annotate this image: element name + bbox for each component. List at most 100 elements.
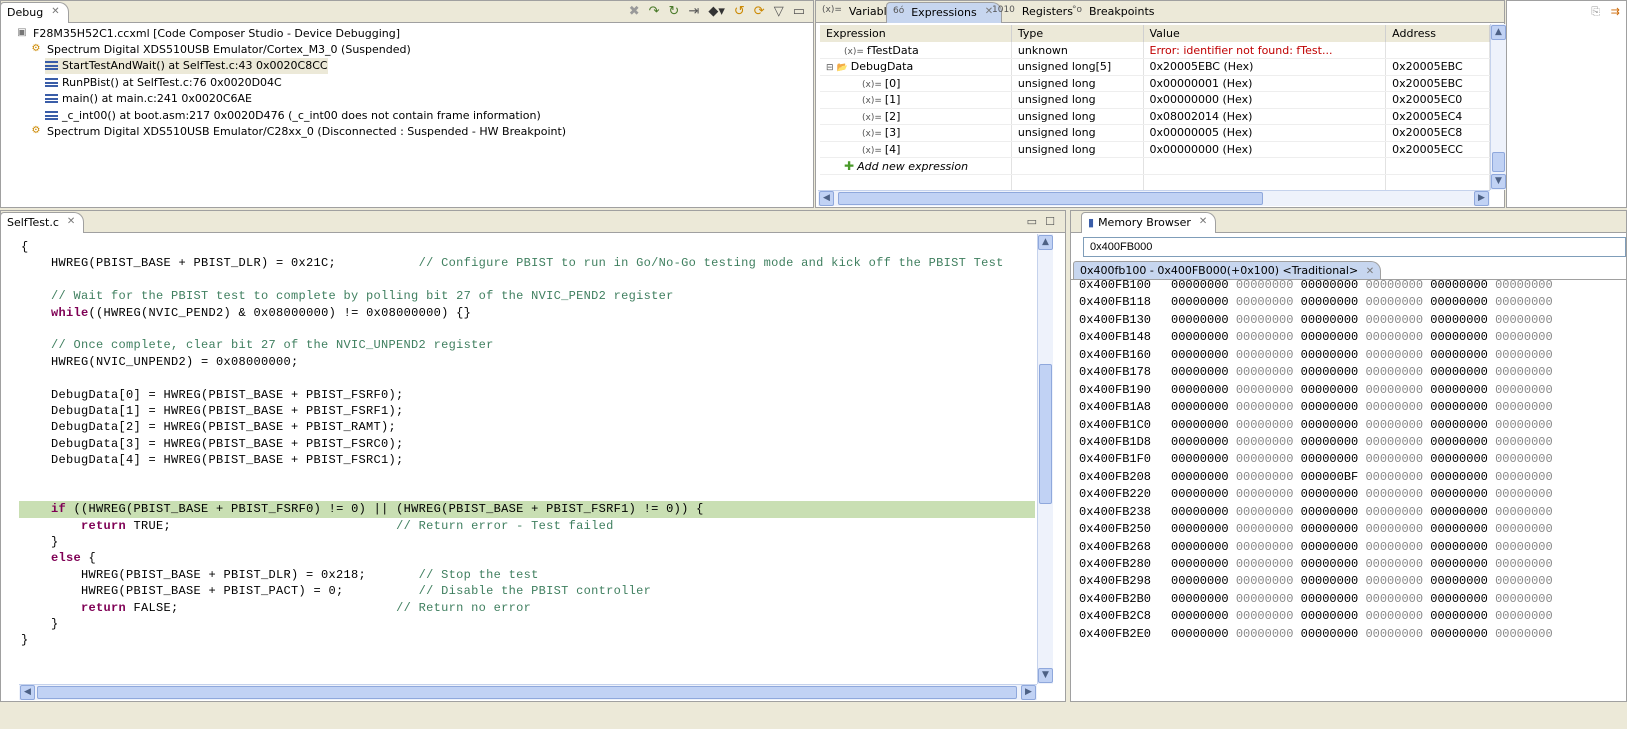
code-line[interactable] <box>19 370 1035 386</box>
add-expression-row[interactable]: ✚ Add new expression <box>820 157 1490 175</box>
debug-tree-item[interactable]: RunPBist() at SelfTest.c:76 0x0020D04C <box>45 74 282 90</box>
memory-word[interactable]: 00000000 <box>1236 609 1294 623</box>
code-line[interactable]: DebugData[2] = HWREG(PBIST_BASE + PBIST_… <box>19 419 1035 435</box>
memory-word[interactable]: 00000000 <box>1430 278 1488 292</box>
memory-word[interactable]: 00000000 <box>1495 522 1553 536</box>
memory-row[interactable]: 0x400FB268 00000000 00000000 00000000 000… <box>1079 539 1553 556</box>
memory-word[interactable]: 00000000 <box>1365 365 1423 379</box>
memory-word[interactable]: 00000000 <box>1365 470 1423 484</box>
memory-word[interactable]: 00000000 <box>1495 418 1553 432</box>
memory-word[interactable]: 00000000 <box>1365 452 1423 466</box>
memory-row[interactable]: 0x400FB250 00000000 00000000 00000000 000… <box>1079 521 1553 538</box>
scroll-thumb[interactable] <box>1039 364 1052 504</box>
memory-row[interactable]: 0x400FB160 00000000 00000000 00000000 000… <box>1079 347 1553 364</box>
memory-word[interactable]: 00000000 <box>1495 574 1553 588</box>
memory-word[interactable]: 00000000 <box>1236 522 1294 536</box>
memory-word[interactable]: 00000000 <box>1171 383 1229 397</box>
memory-word[interactable]: 00000000 <box>1236 487 1294 501</box>
memory-word[interactable]: 00000000 <box>1171 330 1229 344</box>
memory-row[interactable]: 0x400FB1F0 00000000 00000000 00000000 000… <box>1079 451 1553 468</box>
memory-word[interactable]: 00000000 <box>1365 505 1423 519</box>
memory-word[interactable]: 00000000 <box>1430 452 1488 466</box>
close-icon[interactable]: ✕ <box>1199 216 1207 227</box>
memory-word[interactable]: 00000000 <box>1365 522 1423 536</box>
close-icon[interactable]: ✕ <box>1366 266 1374 277</box>
memory-word[interactable]: 00000000 <box>1171 557 1229 571</box>
memory-word[interactable]: 00000000 <box>1365 313 1423 327</box>
memory-word[interactable]: 00000000 <box>1171 348 1229 362</box>
memory-word[interactable]: 00000000 <box>1365 574 1423 588</box>
memory-word[interactable]: 00000000 <box>1301 330 1359 344</box>
memory-row[interactable]: 0x400FB2C8 00000000 00000000 00000000 000… <box>1079 608 1553 625</box>
memory-word[interactable]: 00000000 <box>1365 627 1423 641</box>
memory-word[interactable]: 00000000 <box>1365 418 1423 432</box>
collapse-all-icon[interactable]: ⎘ <box>1591 5 1600 19</box>
memory-word[interactable]: 00000000 <box>1236 505 1294 519</box>
memory-word[interactable]: 00000000 <box>1430 295 1488 309</box>
memory-row[interactable]: 0x400FB2B0 00000000 00000000 00000000 000… <box>1079 591 1553 608</box>
debug-tree-item[interactable]: ⚙ Spectrum Digital XDS510USB Emulator/Cor… <box>29 41 411 57</box>
collapse-icon[interactable]: ⊟ <box>826 63 834 73</box>
memory-word[interactable]: 00000000 <box>1495 330 1553 344</box>
memory-word[interactable]: 00000000 <box>1430 435 1488 449</box>
memory-word[interactable]: 00000000 <box>1171 295 1229 309</box>
assembly-step-icon[interactable]: ⇥ <box>688 4 699 19</box>
code-line[interactable]: HWREG(NVIC_UNPEND2) = 0x08000000; <box>19 354 1035 370</box>
code-line[interactable]: HWREG(PBIST_BASE + PBIST_PACT) = 0; // D… <box>19 583 1035 599</box>
add-expression-label[interactable]: Add new expression <box>857 160 968 173</box>
memory-row[interactable]: 0x400FB118 00000000 00000000 00000000 000… <box>1079 294 1553 311</box>
memory-word[interactable]: 00000000 <box>1365 348 1423 362</box>
reset-icon[interactable]: ◆▾ <box>708 4 725 19</box>
memory-word[interactable]: 00000000 <box>1495 400 1553 414</box>
memory-word[interactable]: 00000000 <box>1171 522 1229 536</box>
scroll-thumb[interactable] <box>838 192 1263 205</box>
code-line[interactable]: HWREG(PBIST_BASE + PBIST_DLR) = 0x21C; /… <box>19 255 1035 271</box>
memory-word[interactable]: 00000000 <box>1236 348 1294 362</box>
code-line[interactable]: DebugData[1] = HWREG(PBIST_BASE + PBIST_… <box>19 403 1035 419</box>
scroll-down-icon[interactable]: ▼ <box>1491 174 1506 189</box>
code-line[interactable] <box>19 485 1035 501</box>
memory-word[interactable]: 00000000 <box>1495 557 1553 571</box>
memory-word[interactable]: 00000000 <box>1301 278 1359 292</box>
scroll-left-icon[interactable]: ◀ <box>20 685 35 700</box>
scroll-up-icon[interactable]: ▲ <box>1491 25 1506 40</box>
memory-word[interactable]: 00000000 <box>1365 383 1423 397</box>
refresh-icon[interactable]: ⟳ <box>754 4 765 19</box>
memory-word[interactable]: 00000000 <box>1171 574 1229 588</box>
memory-row[interactable]: 0x400FB220 00000000 00000000 00000000 000… <box>1079 486 1553 503</box>
memory-word[interactable]: 00000000 <box>1301 452 1359 466</box>
memory-word[interactable]: 00000000 <box>1236 470 1294 484</box>
code-line[interactable] <box>19 468 1035 484</box>
memory-word[interactable]: 00000000 <box>1365 592 1423 606</box>
code-line[interactable]: return TRUE; // Return error - Test fail… <box>19 518 1035 534</box>
expressions-vertical-scrollbar[interactable]: ▲ ▼ <box>1490 24 1506 190</box>
memory-word[interactable]: 00000000 <box>1430 627 1488 641</box>
memory-word[interactable]: 00000000 <box>1365 330 1423 344</box>
memory-word[interactable]: 00000000 <box>1301 592 1359 606</box>
restart-icon[interactable]: ↺ <box>734 4 745 19</box>
expression-row[interactable]: (x)= [1] unsigned long 0x00000000 (Hex) 0x20… <box>820 91 1490 109</box>
memory-word[interactable]: 00000000 <box>1495 505 1553 519</box>
expression-row[interactable]: (x)= [4] unsigned long 0x00000000 (Hex) 0x20… <box>820 141 1490 158</box>
memory-word[interactable]: 00000000 <box>1301 557 1359 571</box>
memory-word[interactable]: 00000000 <box>1301 540 1359 554</box>
memory-word[interactable]: 00000000 <box>1365 295 1423 309</box>
memory-word[interactable]: 00000000 <box>1236 400 1294 414</box>
code-line[interactable]: else { <box>19 550 1035 566</box>
memory-word[interactable]: 00000000 <box>1236 435 1294 449</box>
memory-word[interactable]: 00000000 <box>1301 522 1359 536</box>
memory-word[interactable]: 00000000 <box>1301 348 1359 362</box>
memory-word[interactable]: 00000000 <box>1236 592 1294 606</box>
memory-word[interactable]: 00000000 <box>1430 313 1488 327</box>
link-icon[interactable]: ⇉ <box>1611 5 1620 18</box>
minimize-icon[interactable]: ▭ <box>793 4 805 19</box>
debug-tree-item[interactable]: main() at main.c:241 0x0020C6AE <box>45 91 252 107</box>
memory-word[interactable]: 00000000 <box>1495 609 1553 623</box>
memory-word[interactable]: 00000000 <box>1171 592 1229 606</box>
code-line[interactable]: // Once complete, clear bit 27 of the NV… <box>19 337 1035 353</box>
memory-word[interactable]: 00000000 <box>1171 609 1229 623</box>
memory-word[interactable]: 00000000 <box>1301 313 1359 327</box>
code-line[interactable] <box>19 321 1035 337</box>
scroll-up-icon[interactable]: ▲ <box>1038 235 1053 250</box>
expression-row[interactable]: (x)= [3] unsigned long 0x00000005 (Hex) 0x20… <box>820 124 1490 142</box>
